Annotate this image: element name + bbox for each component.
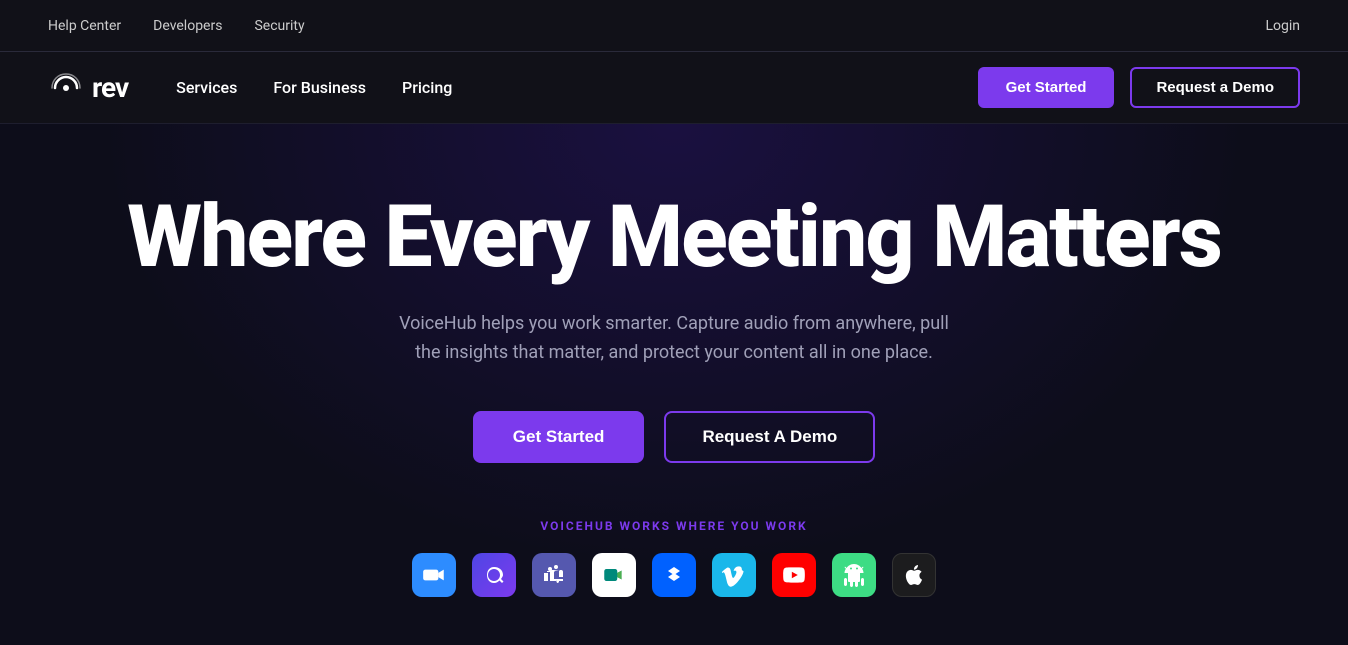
rev-logo-icon xyxy=(48,70,84,106)
for-business-nav-link[interactable]: For Business xyxy=(273,78,366,97)
services-nav-link[interactable]: Services xyxy=(176,78,237,97)
android-icon xyxy=(832,553,876,597)
logo-text: rev xyxy=(92,71,128,104)
vimeo-icon xyxy=(712,553,756,597)
vowel-icon xyxy=(472,553,516,597)
app-icons-row xyxy=(412,553,936,597)
google-meet-icon xyxy=(592,553,636,597)
help-center-link[interactable]: Help Center xyxy=(48,18,121,34)
hero-buttons: Get Started Request A Demo xyxy=(473,411,875,463)
nav-right: Get Started Request a Demo xyxy=(978,67,1300,108)
logo[interactable]: rev xyxy=(48,70,128,106)
developers-link[interactable]: Developers xyxy=(153,18,222,34)
nav-left: rev Services For Business Pricing xyxy=(48,70,452,106)
security-link[interactable]: Security xyxy=(254,18,304,34)
nav-request-demo-button[interactable]: Request a Demo xyxy=(1130,67,1300,108)
pricing-nav-link[interactable]: Pricing xyxy=(402,78,452,97)
hero-subtitle: VoiceHub helps you work smarter. Capture… xyxy=(394,310,954,368)
works-label: VOICEHUB WORKS WHERE YOU WORK xyxy=(540,519,807,533)
hero-title: Where Every Meeting Matters xyxy=(127,192,1221,282)
hero-get-started-button[interactable]: Get Started xyxy=(473,411,645,463)
nav-get-started-button[interactable]: Get Started xyxy=(978,67,1115,108)
main-nav: rev Services For Business Pricing Get St… xyxy=(0,52,1348,124)
youtube-icon xyxy=(772,553,816,597)
top-bar-links: Help Center Developers Security xyxy=(48,18,305,34)
apple-icon xyxy=(892,553,936,597)
zoom-icon xyxy=(412,553,456,597)
login-link[interactable]: Login xyxy=(1265,18,1300,34)
teams-icon xyxy=(532,553,576,597)
top-bar: Help Center Developers Security Login xyxy=(0,0,1348,52)
hero-section: Where Every Meeting Matters VoiceHub hel… xyxy=(0,124,1348,645)
hero-request-demo-button[interactable]: Request A Demo xyxy=(664,411,875,463)
dropbox-icon xyxy=(652,553,696,597)
nav-links: Services For Business Pricing xyxy=(176,78,452,97)
